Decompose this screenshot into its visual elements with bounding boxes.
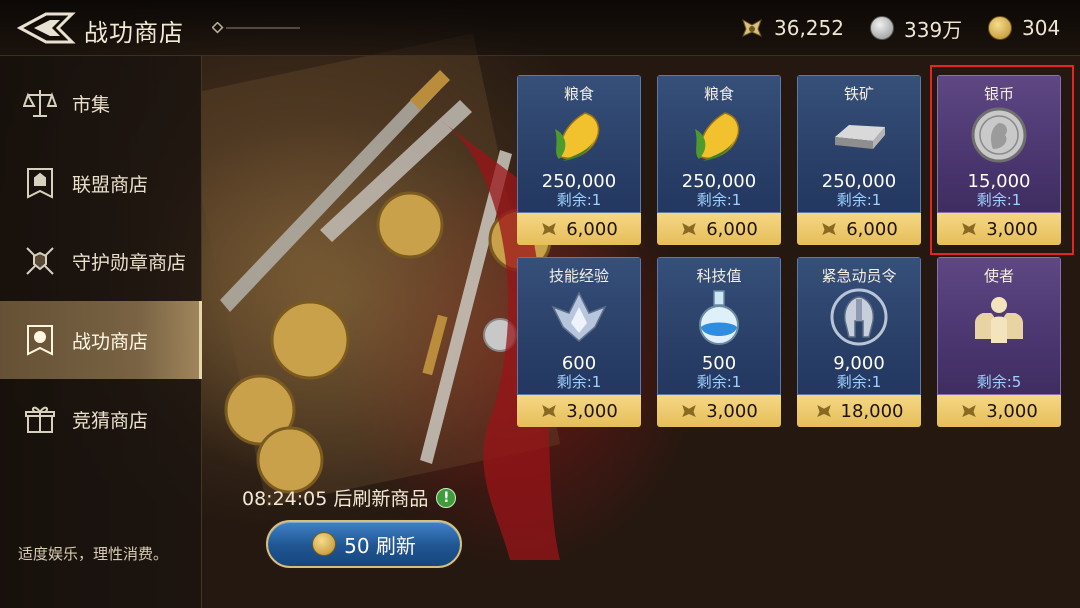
title-divider-ornament	[212, 22, 300, 34]
sidebar-item-label: 守护勋章商店	[72, 251, 187, 274]
price-bar: 3,000	[937, 213, 1061, 245]
refresh-button-label: 50 刷新	[344, 533, 416, 558]
gold-resource: 304	[988, 14, 1060, 42]
info-icon[interactable]: !	[436, 487, 457, 508]
page-title: 战功商店	[84, 19, 184, 47]
gold-coin-icon	[312, 532, 337, 556]
potion-flask-icon	[699, 290, 739, 345]
item-price: 3,000	[706, 400, 758, 422]
item-price: 6,000	[566, 218, 618, 240]
top-bar: 战功商店 36,252 339万 304	[0, 0, 1080, 56]
shop-sidebar: 市集 联盟商店 守护勋章商店 战功商店 竞猜商店 适度娱乐，理性消费。	[0, 56, 202, 608]
shop-item-tech-points[interactable]: 科技值 500 剩余:1 3,000	[657, 257, 781, 427]
shop-item-iron-ore[interactable]: 铁矿 250,000 剩余:1 6,000	[797, 75, 921, 245]
gift-box-icon	[20, 399, 60, 439]
refresh-button[interactable]: 50 刷新	[266, 520, 462, 568]
scales-icon	[20, 83, 60, 123]
sidebar-item-guardian-medal-shop[interactable]: 守护勋章商店	[0, 222, 202, 300]
merit-medal-icon	[740, 16, 764, 40]
gold-coin-icon	[988, 16, 1012, 40]
merit-medal-icon	[962, 223, 976, 235]
spartan-helmet-icon	[830, 288, 888, 346]
item-name: 使者	[983, 267, 1014, 285]
merit-medal-icon	[682, 405, 696, 417]
iron-ingot-icon	[835, 125, 885, 149]
price-bar: 3,000	[517, 395, 641, 427]
merit-medal-icon	[542, 405, 556, 417]
price-bar: 3,000	[657, 395, 781, 427]
sidebar-item-market[interactable]: 市集	[0, 64, 202, 142]
merit-medal-icon	[962, 405, 976, 417]
sidebar-item-label: 联盟商店	[72, 173, 149, 196]
item-remaining: 剩余:1	[976, 191, 1022, 209]
shop-item-grain-2[interactable]: 粮食 250,000 剩余:1 6,000	[657, 75, 781, 245]
item-remaining: 剩余:1	[556, 373, 602, 391]
sidebar-item-label: 竞猜商店	[72, 409, 149, 432]
sidebar-item-label: 市集	[72, 93, 111, 116]
shop-item-emergency-mobilization[interactable]: 紧急动员令 9,000 剩余:1 18,000	[797, 257, 921, 427]
silver-coin-icon	[971, 107, 1027, 163]
item-price: 3,000	[566, 400, 618, 422]
merit-resource: 36,252	[740, 14, 844, 42]
item-name: 紧急动员令	[821, 267, 897, 285]
refresh-timer: 08:24:05 后刷新商品 !	[242, 484, 457, 511]
merit-medal-icon	[682, 223, 696, 235]
lion-banner-icon	[20, 320, 60, 360]
price-bar: 6,000	[517, 213, 641, 245]
shop-item-grain-1[interactable]: 粮食 250,000 剩余:1 6,000	[517, 75, 641, 245]
refresh-timer-text: 08:24:05 后刷新商品	[242, 488, 429, 510]
sidebar-item-quiz-shop[interactable]: 竞猜商店	[0, 380, 202, 458]
item-name: 粮食	[563, 85, 594, 103]
gold-amount: 304	[1022, 16, 1061, 40]
item-remaining: 剩余:5	[976, 373, 1022, 391]
price-bar: 3,000	[937, 395, 1061, 427]
merit-medal-icon	[822, 223, 836, 235]
item-price: 6,000	[706, 218, 758, 240]
sidebar-item-merit-shop[interactable]: 战功商店	[0, 301, 202, 379]
price-bar: 6,000	[657, 213, 781, 245]
item-name: 科技值	[696, 267, 742, 285]
item-remaining: 剩余:1	[696, 191, 742, 209]
price-bar: 6,000	[797, 213, 921, 245]
merit-amount: 36,252	[774, 16, 844, 40]
skill-crystal-icon	[551, 291, 607, 342]
silver-coin-icon	[870, 16, 894, 40]
crossed-swords-shield-icon	[20, 241, 60, 281]
item-name: 银币	[983, 85, 1014, 103]
merit-medal-icon	[816, 405, 831, 417]
corn-icon	[695, 112, 740, 161]
item-price: 6,000	[846, 218, 898, 240]
shop-item-envoy[interactable]: 使者 剩余:5 3,000	[937, 257, 1061, 427]
item-price: 3,000	[986, 218, 1038, 240]
item-remaining: 剩余:1	[556, 191, 602, 209]
item-name: 粮食	[703, 85, 734, 103]
shop-item-silver-coin[interactable]: 银币 15,000 剩余:1 3,000	[937, 75, 1061, 245]
merit-medal-icon	[542, 223, 556, 235]
back-button[interactable]	[16, 10, 76, 46]
item-price: 18,000	[840, 400, 904, 422]
back-arrow-icon	[16, 12, 76, 44]
item-remaining: 剩余:1	[696, 373, 742, 391]
envoy-icon	[975, 297, 1023, 343]
sidebar-item-label: 战功商店	[72, 330, 149, 353]
moderation-notice: 适度娱乐，理性消费。	[18, 545, 169, 563]
item-name: 铁矿	[843, 85, 874, 103]
silver-amount: 339万	[904, 17, 963, 42]
price-bar: 18,000	[797, 395, 921, 427]
shop-item-skill-exp[interactable]: 技能经验 600 剩余:1 3,000	[517, 257, 641, 427]
item-name: 技能经验	[548, 267, 609, 285]
item-remaining: 剩余:1	[836, 191, 882, 209]
silver-resource: 339万	[870, 14, 962, 42]
item-price: 3,000	[986, 400, 1038, 422]
corn-icon	[555, 112, 600, 161]
alliance-banner-icon	[20, 163, 60, 203]
item-remaining: 剩余:1	[836, 373, 882, 391]
sidebar-item-alliance-shop[interactable]: 联盟商店	[0, 144, 202, 222]
